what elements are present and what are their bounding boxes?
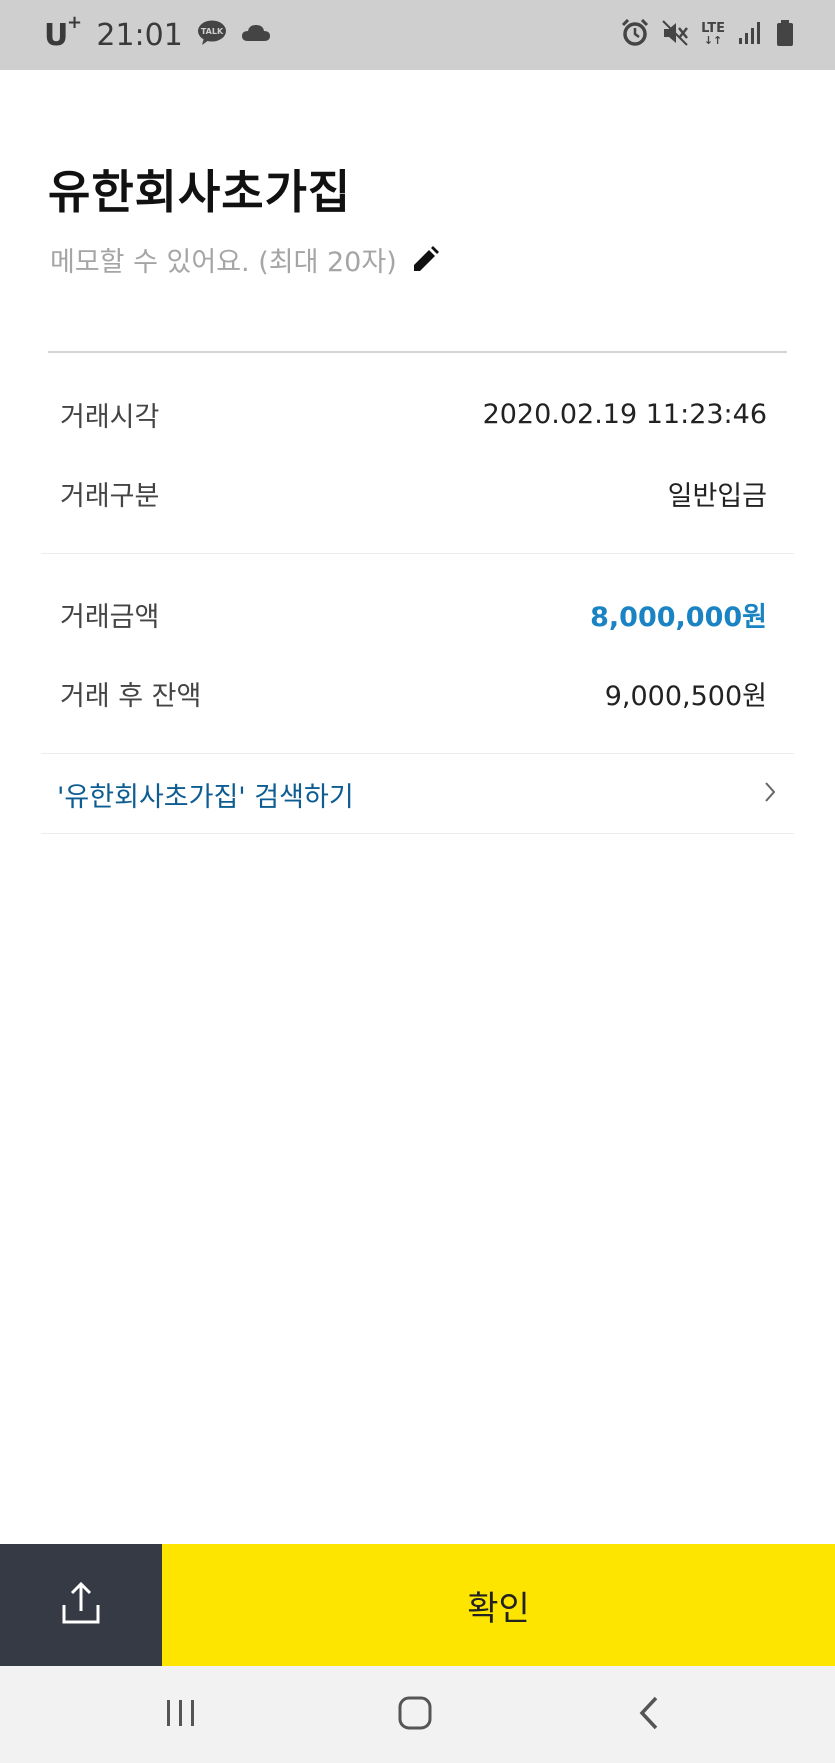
row-transaction-time: 거래시각 2020.02.19 11:23:46 [60, 394, 767, 434]
recent-apps-icon [164, 1698, 198, 1732]
row-value: 2020.02.19 11:23:46 [482, 398, 767, 430]
confirm-button-label: 확인 [467, 1588, 530, 1629]
share-button[interactable] [0, 1544, 162, 1666]
mute-icon [661, 19, 689, 51]
lte-icon: LTE ↓↑ [701, 22, 725, 47]
section-divider [41, 553, 794, 554]
status-time: 21:01 [96, 17, 183, 53]
battery-icon [775, 19, 795, 51]
memo-placeholder[interactable]: 메모할 수 있어요. (최대 20자) [50, 240, 397, 279]
home-icon [397, 1695, 433, 1735]
row-label: 거래구분 [60, 480, 160, 512]
search-link[interactable]: '유한회사초가집' 검색하기 [57, 774, 777, 814]
signal-icon [737, 20, 763, 50]
row-transaction-amount: 거래금액 8,000,000원 [60, 594, 767, 634]
recent-apps-button[interactable] [121, 1666, 241, 1763]
section-divider [41, 753, 794, 754]
system-nav-bar [0, 1666, 835, 1763]
home-button[interactable] [355, 1666, 475, 1763]
row-label: 거래 후 잔액 [60, 680, 202, 712]
cloud-icon [241, 23, 271, 47]
search-link-label[interactable]: '유한회사초가집' 검색하기 [57, 775, 354, 814]
amount-value: 8,000,000원 [590, 601, 767, 633]
header-divider [48, 351, 787, 353]
status-bar-left: U + 21:01 TALK [44, 0, 271, 70]
chevron-right-icon[interactable] [763, 780, 777, 808]
memo-row[interactable]: 메모할 수 있어요. (최대 20자) [50, 240, 439, 279]
page-title: 유한회사초가집 [48, 165, 352, 219]
alarm-icon [621, 18, 649, 51]
data-arrows-icon: ↓↑ [703, 34, 723, 47]
section-divider [41, 833, 794, 834]
row-balance-after: 거래 후 잔액 9,000,500원 [60, 673, 767, 713]
row-label: 거래금액 [60, 601, 160, 633]
back-button[interactable] [589, 1666, 709, 1763]
row-value: 일반입금 [667, 480, 767, 512]
status-bar: U + 21:01 TALK LTE ↓↑ [0, 0, 835, 70]
pencil-icon[interactable] [411, 245, 439, 274]
row-label: 거래시각 [60, 401, 160, 433]
status-bar-right: LTE ↓↑ [621, 0, 795, 70]
row-transaction-type: 거래구분 일반입금 [60, 473, 767, 513]
carrier-label: U + [44, 12, 82, 53]
back-icon [638, 1695, 660, 1735]
talk-badge-text: TALK [201, 27, 224, 36]
row-value: 9,000,500원 [604, 680, 767, 712]
confirm-button[interactable]: 확인 [162, 1544, 835, 1666]
talk-icon: TALK [197, 20, 227, 50]
carrier-plus: + [67, 11, 83, 33]
share-icon [61, 1581, 101, 1629]
